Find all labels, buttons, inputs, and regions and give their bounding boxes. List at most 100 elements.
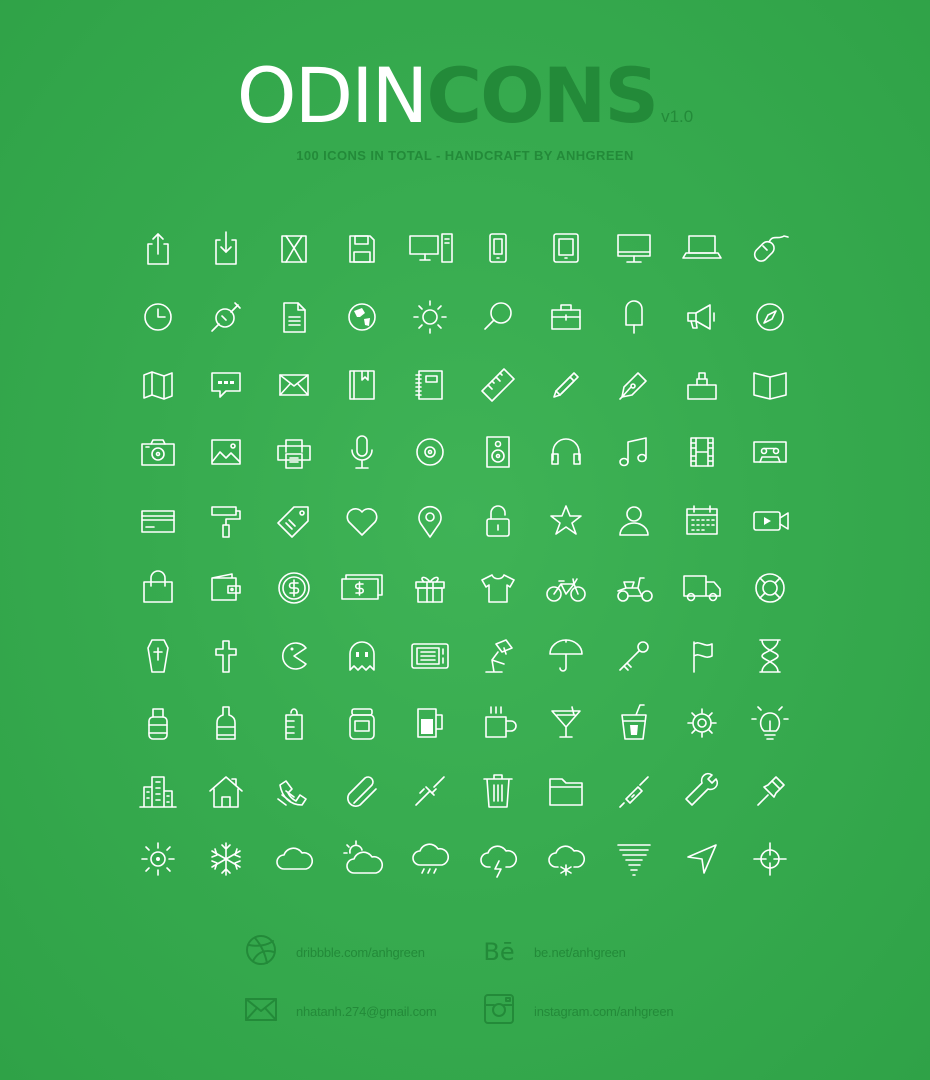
pen-nib-icon	[612, 363, 656, 407]
shopping-bag-icon	[136, 566, 180, 610]
footer-email[interactable]: nhatanh.274@gmail.com	[244, 994, 437, 1028]
desk-lamp-icon	[476, 634, 520, 678]
film-icon	[680, 430, 724, 474]
footer-instagram[interactable]: instagram.com/anhgreen	[482, 992, 674, 1031]
map-pin-icon	[408, 499, 452, 543]
push-pin-icon	[748, 769, 792, 813]
search-icon	[476, 295, 520, 339]
user-icon	[612, 499, 656, 543]
footer-dribbble[interactable]: dribbble.com/anhgreen	[244, 933, 425, 972]
calendar-icon	[680, 499, 724, 543]
pencil-icon	[544, 363, 588, 407]
disc-icon	[408, 430, 452, 474]
scooter-icon	[612, 566, 656, 610]
snowflake-icon	[204, 837, 248, 881]
wallet-icon	[204, 566, 248, 610]
soda-cup-icon	[612, 701, 656, 745]
umbrella-icon	[544, 634, 588, 678]
behance-icon: Bē	[483, 938, 515, 966]
monitor-icon	[612, 226, 656, 270]
music-note-icon	[612, 430, 656, 474]
paperclip-icon	[340, 769, 384, 813]
tag-icon	[272, 499, 316, 543]
laptop-icon	[680, 226, 724, 270]
telephone-icon	[272, 769, 316, 813]
notebook-icon	[408, 363, 452, 407]
behance-link[interactable]: be.net/anhgreen	[534, 945, 626, 960]
coffin-icon	[136, 634, 180, 678]
tablet-icon	[544, 226, 588, 270]
microwave-icon	[408, 634, 452, 678]
mouse-icon	[748, 226, 792, 270]
wine-bottle-icon	[204, 701, 248, 745]
settings-gear-icon	[680, 701, 724, 745]
image-icon	[204, 430, 248, 474]
instagram-link[interactable]: instagram.com/anhgreen	[534, 1004, 674, 1019]
tornado-icon	[612, 837, 656, 881]
briefcase-icon	[544, 295, 588, 339]
chat-bubble-icon	[204, 363, 248, 407]
credit-card-icon	[136, 499, 180, 543]
navigation-arrow-icon	[680, 837, 724, 881]
printer-icon	[272, 430, 316, 474]
email-link[interactable]: nhatanh.274@gmail.com	[296, 1004, 437, 1019]
desktop-tower-icon	[408, 226, 453, 270]
document-icon	[272, 295, 316, 339]
clock-icon	[136, 295, 180, 339]
trash-can-icon	[476, 769, 520, 813]
megaphone-icon	[680, 295, 724, 339]
dribbble-link[interactable]: dribbble.com/anhgreen	[296, 945, 425, 960]
speaker-icon	[476, 430, 520, 474]
sun-icon	[408, 295, 452, 339]
snow-cloud-icon	[544, 837, 588, 881]
partly-cloudy-icon	[340, 837, 384, 881]
open-book-icon	[748, 363, 792, 407]
video-camera-icon	[748, 499, 792, 543]
link-icon	[408, 769, 452, 813]
download-icon	[204, 226, 248, 270]
globe-icon	[340, 295, 384, 339]
dribbble-icon	[244, 933, 278, 972]
phone-icon	[476, 226, 520, 270]
city-buildings-icon	[136, 769, 180, 813]
truck-icon	[680, 566, 724, 610]
bookmark-book-icon	[340, 363, 384, 407]
popsicle-icon	[612, 295, 656, 339]
dollar-coin-icon	[272, 566, 316, 610]
icon-grid	[0, 0, 930, 1080]
stamp-icon	[680, 363, 724, 407]
footer-behance[interactable]: Bē be.net/anhgreen	[482, 935, 626, 969]
cassette-icon	[748, 430, 792, 474]
coffee-mug-icon	[476, 701, 520, 745]
lifebuoy-icon	[748, 566, 792, 610]
crosshair-icon	[748, 837, 792, 881]
house-icon	[204, 769, 248, 813]
baby-bottle-icon	[272, 701, 316, 745]
beer-mug-icon	[408, 701, 452, 745]
rain-cloud-icon	[408, 837, 452, 881]
wrench-icon	[680, 769, 724, 813]
instagram-icon	[482, 992, 516, 1031]
sunny-icon	[136, 837, 180, 881]
cocktail-icon	[544, 701, 588, 745]
hourglass-icon	[748, 634, 792, 678]
pacman-icon	[272, 634, 316, 678]
floppy-disk-icon	[340, 226, 384, 270]
cross-icon	[204, 634, 248, 678]
envelope-icon	[272, 363, 316, 407]
thunder-cloud-icon	[476, 837, 520, 881]
hourglass-box-icon	[272, 226, 316, 270]
envelope-icon	[244, 992, 278, 1031]
padlock-icon	[476, 499, 520, 543]
microphone-icon	[340, 430, 384, 474]
key-icon	[612, 634, 656, 678]
lightbulb-icon	[748, 701, 792, 745]
headphones-icon	[544, 430, 588, 474]
folder-icon	[544, 769, 588, 813]
paint-roller-icon	[204, 499, 248, 543]
bicycle-icon	[544, 566, 588, 610]
flag-icon	[680, 634, 724, 678]
ghost-icon	[340, 634, 384, 678]
gps-satellite-icon	[204, 295, 248, 339]
heart-icon	[340, 499, 384, 543]
